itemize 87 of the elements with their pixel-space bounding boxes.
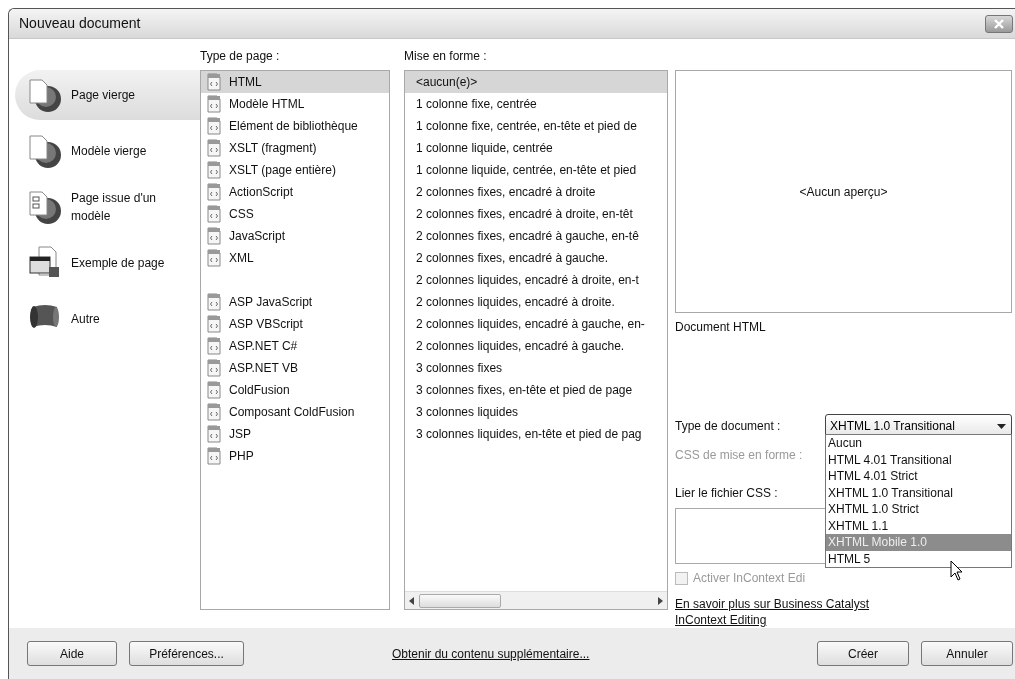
blank-page-icon (27, 77, 63, 114)
document-icon (207, 227, 221, 246)
layout-item[interactable]: <aucun(e)> (405, 71, 667, 94)
horizontal-scrollbar[interactable] (405, 591, 667, 610)
document-icon (207, 337, 221, 356)
scrollbar-thumb[interactable] (419, 593, 501, 608)
preview-caption: Document HTML (675, 319, 767, 337)
field-label: CSS de mise en forme : (675, 447, 803, 465)
document-icon (207, 425, 221, 444)
layout-item[interactable]: 3 colonnes fixes (405, 357, 667, 380)
layout-item[interactable]: 1 colonne fixe, centrée, en-tête et pied de (405, 115, 667, 138)
page-type-item[interactable]: Modèle HTML (201, 93, 389, 116)
document-icon (207, 315, 221, 334)
layout-item[interactable]: 2 colonnes fixes, encadré à gauche, en-tê (405, 225, 667, 248)
page-type-item[interactable]: PHP (201, 445, 389, 468)
page-type-item[interactable]: XSLT (fragment) (201, 137, 389, 160)
page-type-item[interactable]: JSP (201, 423, 389, 446)
document-icon (207, 403, 221, 422)
category-item[interactable]: Page vierge (15, 70, 200, 121)
page-type-item[interactable]: ASP.NET C# (201, 335, 389, 358)
layout-item[interactable]: 2 colonnes fixes, encadré à droite (405, 181, 667, 204)
layout-item[interactable]: 1 colonne fixe, centrée (405, 93, 667, 116)
category-item[interactable]: Modèle vierge (15, 126, 200, 177)
close-icon (993, 18, 1005, 29)
dropdown-option[interactable]: XHTML 1.0 Strict (826, 501, 1011, 518)
layout-item[interactable]: 2 colonnes liquides, encadré à droite. (405, 291, 667, 314)
dropdown-option[interactable]: HTML 4.01 Transitional (826, 451, 1011, 469)
document-icon (207, 447, 221, 466)
blank-page-icon (27, 133, 63, 170)
list-label: Mise en forme : (404, 48, 488, 66)
learn-more-link[interactable]: En savoir plus sur Business Catalyst InContext Editing (675, 596, 905, 629)
field-label: Lier le fichier CSS : (675, 485, 778, 503)
scroll-right-icon[interactable] (657, 596, 663, 605)
document-icon (207, 359, 221, 378)
caret-icon (997, 423, 1006, 429)
document-icon (207, 183, 221, 202)
document-icon (207, 293, 221, 312)
dialog-button[interactable]: Préférences... (129, 641, 244, 667)
document-icon (207, 117, 221, 136)
category-item[interactable]: Exemple de page (15, 238, 200, 289)
dialog-button[interactable]: Aide (27, 641, 117, 667)
page-type-item[interactable]: Composant ColdFusion (201, 401, 389, 424)
page-type-item[interactable]: JavaScript (201, 225, 389, 248)
page-type-item[interactable]: ColdFusion (201, 379, 389, 402)
page-type-item[interactable]: XSLT (page entière) (201, 159, 389, 182)
list-label: Type de page : (200, 48, 281, 66)
category-item[interactable]: Page issue d'un modèle (15, 182, 200, 233)
page-type-item[interactable]: HTML (201, 71, 389, 94)
document-icon (207, 161, 221, 180)
document-icon (207, 139, 221, 158)
checkbox-label: Activer InContext Edi (693, 570, 806, 588)
layout-item[interactable]: 2 colonnes liquides, encadré à gauche, en- (405, 313, 667, 336)
layout-item[interactable]: 2 colonnes liquides, encadré à droite, en-t (405, 269, 667, 292)
dropdown-option[interactable]: XHTML 1.1 (826, 517, 1011, 535)
content-link[interactable]: Obtenir du contenu supplémentaire... (392, 644, 590, 663)
close-button[interactable] (985, 14, 1013, 33)
category-item[interactable]: Autre (15, 294, 200, 345)
page-type-item[interactable]: CSS (201, 203, 389, 226)
preview-text: <Aucun aperçu> (799, 183, 888, 201)
document-icon (207, 249, 221, 268)
layout-item[interactable]: 2 colonnes fixes, encadré à droite, en-têt (405, 203, 667, 226)
page-type-item[interactable]: XML (201, 247, 389, 270)
page-type-item[interactable]: ASP.NET VB (201, 357, 389, 380)
document-icon (207, 205, 221, 224)
page-type-item[interactable]: Elément de bibliothèque (201, 115, 389, 138)
layout-item[interactable]: 3 colonnes liquides (405, 401, 667, 424)
layout-item[interactable]: 2 colonnes fixes, encadré à gauche. (405, 247, 667, 270)
document-icon (207, 73, 221, 92)
dropdown-option[interactable]: XHTML 1.0 Transitional (826, 484, 1011, 502)
template-page-icon (27, 189, 63, 226)
layout-item[interactable]: 3 colonnes liquides, en-tête et pied de pag (405, 423, 667, 446)
layout-item[interactable]: 3 colonnes fixes, en-tête et pied de page (405, 379, 667, 402)
page-type-item[interactable]: ASP VBScript (201, 313, 389, 336)
scroll-left-icon[interactable] (409, 596, 415, 605)
dialog-button[interactable]: Annuler (921, 641, 1013, 667)
layout-item[interactable]: 1 colonne liquide, centrée (405, 137, 667, 160)
dropdown-option[interactable]: HTML 4.01 Strict (826, 468, 1011, 485)
page-type-item[interactable]: ActionScript (201, 181, 389, 204)
document-icon (207, 95, 221, 114)
window-title: Nouveau document (19, 14, 141, 34)
layout-item[interactable]: 1 colonne liquide, centrée, en-tête et pied (405, 159, 667, 182)
field-label: Type de document : (675, 418, 782, 436)
page-type-item[interactable]: ASP JavaScript (201, 291, 389, 314)
layout-item[interactable]: 2 colonnes liquides, encadré à gauche. (405, 335, 667, 358)
dialog-button[interactable]: Créer (817, 641, 909, 667)
dropdown-option[interactable]: HTML 5 (826, 550, 1011, 568)
document-icon (207, 381, 221, 400)
